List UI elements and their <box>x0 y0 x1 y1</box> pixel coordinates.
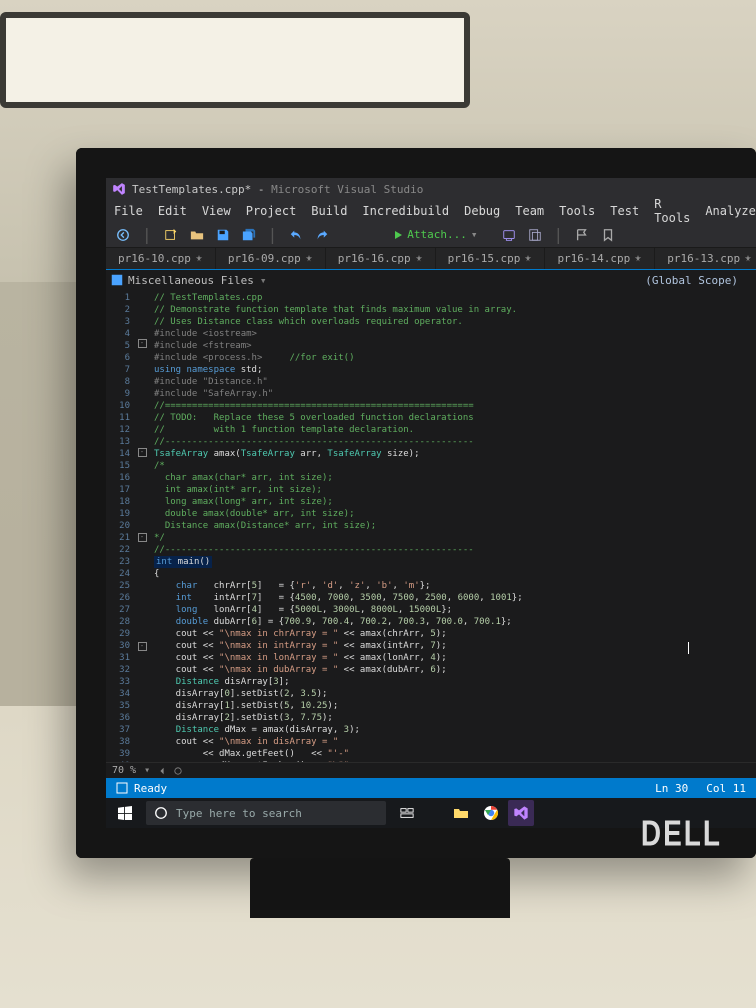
crumb-scope[interactable]: (Global Scope) <box>645 274 756 287</box>
menu-item-view[interactable]: View <box>202 204 231 218</box>
bookmark-icon[interactable] <box>601 228 615 242</box>
text-caret <box>688 642 689 654</box>
taskbar-pinned-apps[interactable] <box>448 800 534 826</box>
open-file-icon[interactable] <box>190 228 204 242</box>
start-button[interactable] <box>110 798 140 828</box>
new-project-icon[interactable] <box>164 228 178 242</box>
menu-item-file[interactable]: File <box>114 204 143 218</box>
find-in-files-icon[interactable] <box>528 228 542 242</box>
visual-studio-icon <box>513 805 529 821</box>
fold-toggle[interactable]: - <box>138 533 147 542</box>
document-tabs[interactable]: pr16-10.cpp pr16-09.cpp pr16-16.cpp pr16-15… <box>106 248 756 270</box>
menu-item-tools[interactable]: Tools <box>559 204 595 218</box>
line-number-gutter: 1234567891011121314151617181920212223242… <box>106 290 136 762</box>
code-area[interactable]: // TestTemplates.cpp// Demonstrate funct… <box>148 290 756 762</box>
vs-title-text: TestTemplates.cpp* - Microsoft Visual St… <box>132 183 423 196</box>
menu-item-build[interactable]: Build <box>311 204 347 218</box>
visual-studio-app[interactable] <box>508 800 534 826</box>
scroll-left-icon[interactable] <box>158 767 166 775</box>
csharp-project-icon <box>110 273 124 287</box>
pin-icon[interactable] <box>415 255 423 263</box>
navigation-bar[interactable]: Miscellaneous Files ▾ (Global Scope) <box>106 270 756 290</box>
crumb-project[interactable]: Miscellaneous Files <box>128 274 254 287</box>
physical-monitor: TestTemplates.cpp* - Microsoft Visual St… <box>76 148 756 858</box>
visual-studio-icon <box>112 182 126 196</box>
code-editor[interactable]: 1234567891011121314151617181920212223242… <box>106 290 756 762</box>
dell-logo: DELL <box>641 816 722 852</box>
redo-icon[interactable] <box>315 228 329 242</box>
browser-link-icon[interactable] <box>502 228 516 242</box>
file-explorer-app[interactable] <box>448 800 474 826</box>
monitor-stand <box>250 858 510 918</box>
tab-pr16-10-cpp[interactable]: pr16-10.cpp <box>106 248 216 269</box>
nav-back-icon[interactable] <box>116 228 130 242</box>
cortana-icon <box>154 806 168 820</box>
tab-label: pr16-15.cpp <box>448 252 521 265</box>
tab-pr16-13-cpp[interactable]: pr16-13.cpp <box>655 248 756 269</box>
save-icon[interactable] <box>216 228 230 242</box>
taskbar-search[interactable]: Type here to search <box>146 801 386 825</box>
vs-menu-bar[interactable]: File Edit View Project Build Incredibuild Debu… <box>106 200 756 222</box>
task-view-icon <box>400 806 414 820</box>
zoom-dropdown-icon[interactable]: ▾ <box>144 765 150 776</box>
menu-item-analyze[interactable]: Analyze <box>705 204 756 218</box>
pin-icon[interactable] <box>744 255 752 263</box>
projector-screen <box>0 12 470 108</box>
pin-icon[interactable] <box>634 255 642 263</box>
tab-label: pr16-10.cpp <box>118 252 191 265</box>
vs-toolbar[interactable]: | | Attach... ▾ | <box>106 222 756 248</box>
tab-pr16-14-cpp[interactable]: pr16-14.cpp <box>545 248 655 269</box>
chrome-icon <box>483 805 499 821</box>
tab-pr16-15-cpp[interactable]: pr16-15.cpp <box>436 248 546 269</box>
status-text: Ready <box>134 782 167 795</box>
fold-toggle[interactable]: - <box>138 339 147 348</box>
zoom-level[interactable]: 70 % <box>112 765 136 776</box>
attach-button[interactable]: Attach... ▾ <box>393 228 477 241</box>
no-issues-icon <box>174 767 182 775</box>
pin-icon[interactable] <box>524 255 532 263</box>
pin-icon[interactable] <box>195 255 203 263</box>
tab-label: pr16-09.cpp <box>228 252 301 265</box>
fold-toggle[interactable]: - <box>138 448 147 457</box>
tab-label: pr16-14.cpp <box>557 252 630 265</box>
tab-pr16-09-cpp[interactable]: pr16-09.cpp <box>216 248 326 269</box>
menu-item-team[interactable]: Team <box>515 204 544 218</box>
chrome-app[interactable] <box>478 800 504 826</box>
status-col: Col 11 <box>706 782 746 795</box>
tab-pr16-16-cpp[interactable]: pr16-16.cpp <box>326 248 436 269</box>
search-placeholder: Type here to search <box>176 807 302 820</box>
screen-content: TestTemplates.cpp* - Microsoft Visual St… <box>106 178 756 828</box>
vs-status-bar: Ready Ln 30 Col 11 <box>106 778 756 798</box>
menu-item-project[interactable]: Project <box>246 204 297 218</box>
undo-icon[interactable] <box>289 228 303 242</box>
flag-icon[interactable] <box>575 228 589 242</box>
outline-gutter[interactable]: - - - - <box>136 290 148 762</box>
menu-item-test[interactable]: Test <box>610 204 639 218</box>
menu-item-incredibuild[interactable]: Incredibuild <box>362 204 449 218</box>
editor-footer: 70 % ▾ <box>106 762 756 778</box>
save-all-icon[interactable] <box>242 228 256 242</box>
fold-toggle[interactable]: - <box>138 642 147 651</box>
menu-item-r-tools[interactable]: R Tools <box>654 197 690 225</box>
windows-icon <box>118 806 132 820</box>
tab-label: pr16-13.cpp <box>667 252 740 265</box>
task-view-button[interactable] <box>392 798 422 828</box>
crumb-separator-icon: ▾ <box>260 274 267 287</box>
status-ready-icon <box>116 782 128 794</box>
folder-icon <box>453 805 469 821</box>
status-line: Ln 30 <box>655 782 688 795</box>
menu-item-debug[interactable]: Debug <box>464 204 500 218</box>
pin-icon[interactable] <box>305 255 313 263</box>
tab-label: pr16-16.cpp <box>338 252 411 265</box>
menu-item-edit[interactable]: Edit <box>158 204 187 218</box>
